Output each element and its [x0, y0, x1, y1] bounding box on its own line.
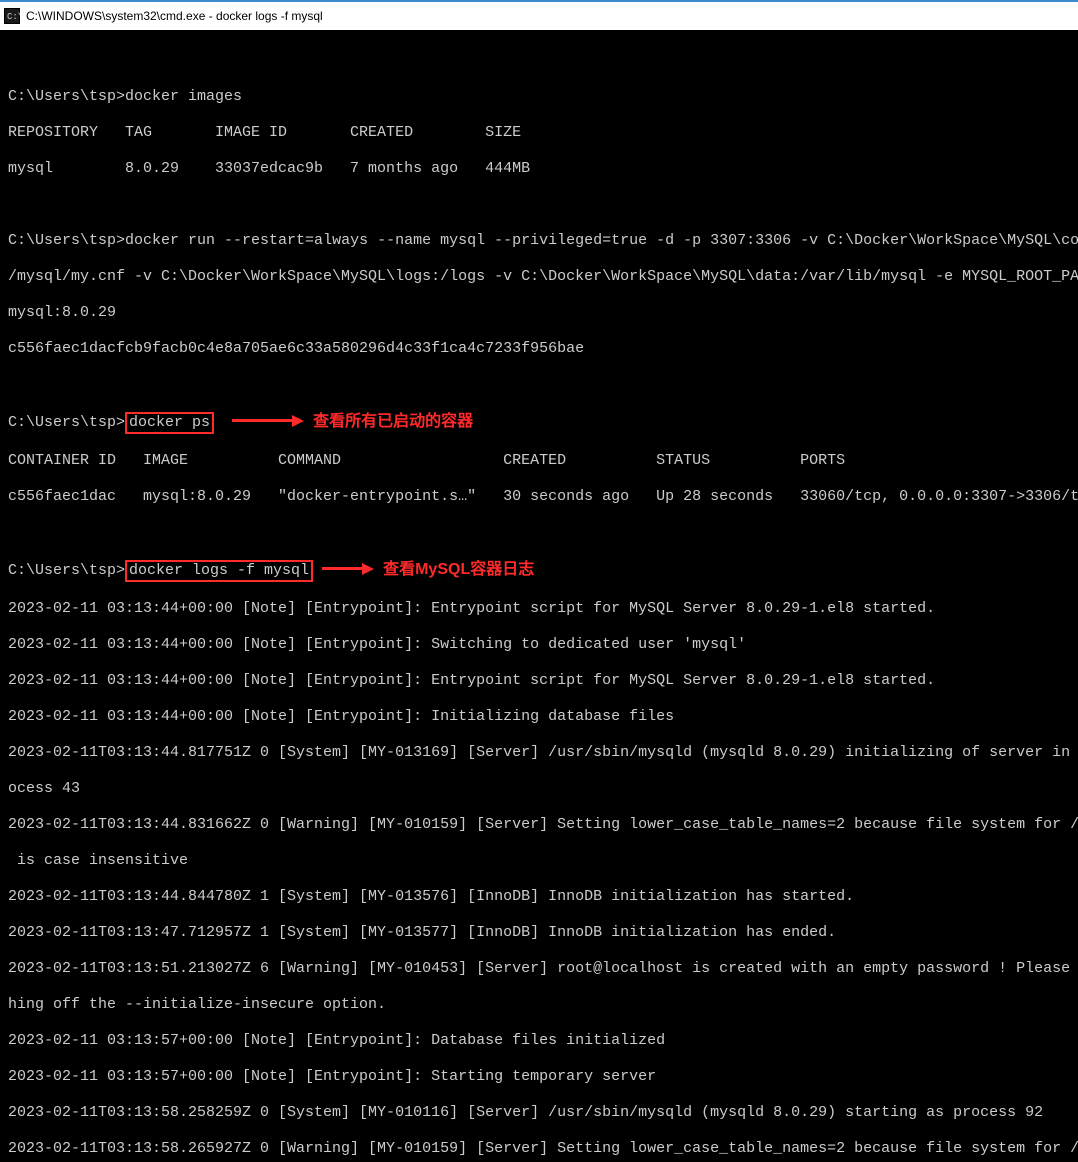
cmd-line-annotated: C:\Users\tsp>docker ps 查看所有已启动的容器 [8, 412, 1078, 434]
ps-header: CONTAINER ID IMAGE COMMAND CREATED STATU… [8, 452, 1078, 470]
log-line: 2023-02-11T03:13:47.712957Z 1 [System] [… [8, 924, 1078, 942]
log-line: 2023-02-11T03:13:51.213027Z 6 [Warning] … [8, 960, 1078, 978]
svg-text:C:\: C:\ [7, 12, 20, 22]
arrow-head-icon [292, 415, 304, 427]
log-line: 2023-02-11 03:13:44+00:00 [Note] [Entryp… [8, 600, 1078, 618]
arrow-head-icon [362, 563, 374, 575]
log-line: 2023-02-11 03:13:44+00:00 [Note] [Entryp… [8, 708, 1078, 726]
images-header: REPOSITORY TAG IMAGE ID CREATED SIZE [8, 124, 1078, 142]
arrow-icon [322, 567, 362, 570]
cmd-line-cont: mysql:8.0.29 [8, 304, 1078, 322]
log-line: 2023-02-11T03:13:58.265927Z 0 [Warning] … [8, 1140, 1078, 1158]
log-line: hing off the --initialize-insecure optio… [8, 996, 1078, 1014]
cmd-icon: C:\ [4, 8, 20, 24]
log-line: is case insensitive [8, 852, 1078, 870]
blank-line [8, 376, 1078, 394]
annotation-label: 查看MySQL容器日志 [383, 561, 534, 578]
blank-line [8, 52, 1078, 70]
blank-line [8, 524, 1078, 542]
annotation-label: 查看所有已启动的容器 [313, 413, 473, 430]
cmd-line: C:\Users\tsp>docker run --restart=always… [8, 232, 1078, 250]
log-line: 2023-02-11 03:13:44+00:00 [Note] [Entryp… [8, 636, 1078, 654]
log-line: 2023-02-11T03:13:44.844780Z 1 [System] [… [8, 888, 1078, 906]
cmd-line-cont: /mysql/my.cnf -v C:\Docker\WorkSpace\MyS… [8, 268, 1078, 286]
log-line: 2023-02-11 03:13:57+00:00 [Note] [Entryp… [8, 1032, 1078, 1050]
window-title: C:\WINDOWS\system32\cmd.exe - docker log… [26, 9, 323, 23]
highlight-docker-ps: docker ps [125, 412, 214, 434]
log-line: 2023-02-11 03:13:44+00:00 [Note] [Entryp… [8, 672, 1078, 690]
cmd-line: C:\Users\tsp>docker images [8, 88, 1078, 106]
window-titlebar: C:\ C:\WINDOWS\system32\cmd.exe - docker… [0, 0, 1078, 30]
terminal-output[interactable]: C:\Users\tsp>docker images REPOSITORY TA… [0, 30, 1078, 1162]
output-hash: c556faec1dacfcb9facb0c4e8a705ae6c33a5802… [8, 340, 1078, 358]
highlight-docker-logs: docker logs -f mysql [125, 560, 313, 582]
log-line: 2023-02-11T03:13:58.258259Z 0 [System] [… [8, 1104, 1078, 1122]
images-row: mysql 8.0.29 33037edcac9b 7 months ago 4… [8, 160, 1078, 178]
cmd-line-annotated: C:\Users\tsp>docker logs -f mysql 查看MySQ… [8, 560, 1078, 582]
log-line: 2023-02-11 03:13:57+00:00 [Note] [Entryp… [8, 1068, 1078, 1086]
log-line: 2023-02-11T03:13:44.831662Z 0 [Warning] … [8, 816, 1078, 834]
log-line: 2023-02-11T03:13:44.817751Z 0 [System] [… [8, 744, 1078, 762]
arrow-icon [232, 419, 292, 422]
log-line: ocess 43 [8, 780, 1078, 798]
blank-line [8, 196, 1078, 214]
ps-row: c556faec1dac mysql:8.0.29 "docker-entryp… [8, 488, 1078, 506]
